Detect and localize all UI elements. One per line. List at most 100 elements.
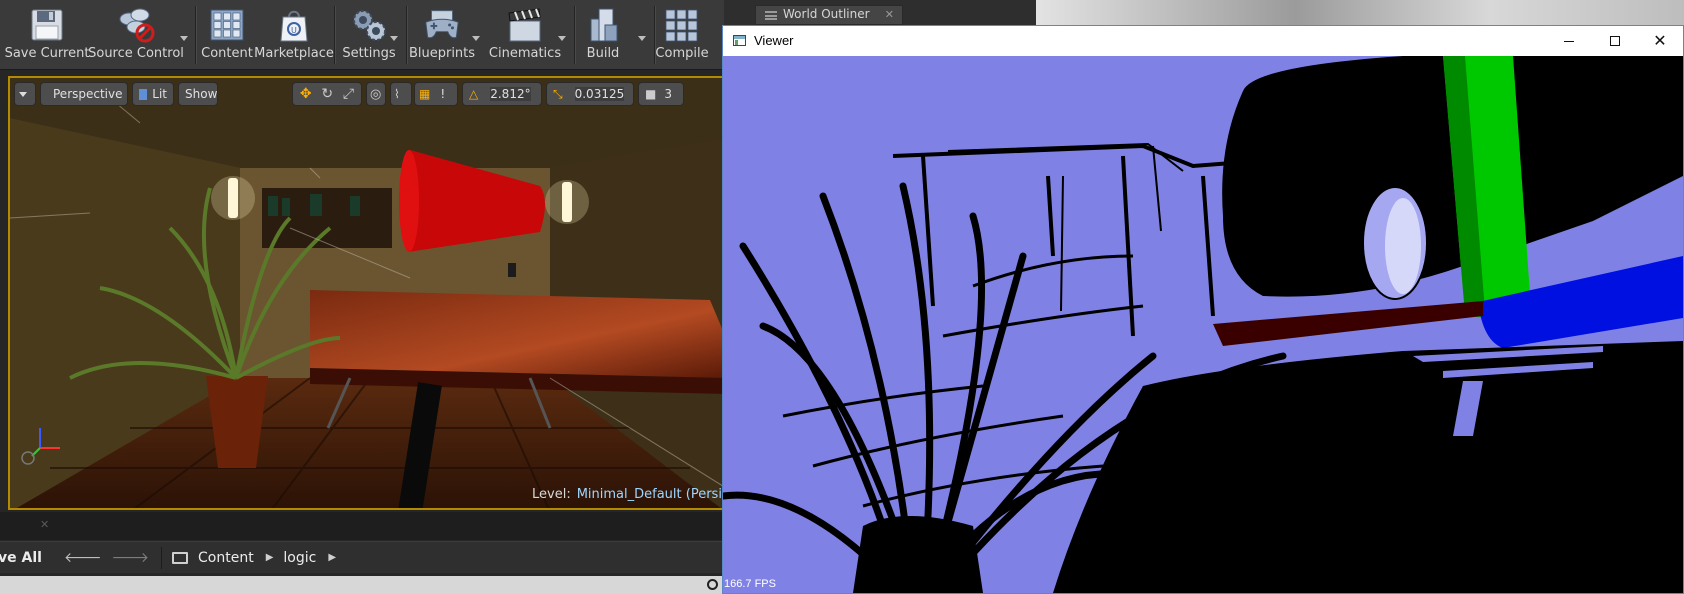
rotate-icon[interactable]: ↻ bbox=[321, 86, 333, 102]
chevron-down-icon bbox=[19, 91, 27, 97]
toolbar-divider bbox=[334, 6, 336, 64]
app-window-icon bbox=[733, 35, 746, 46]
world-local-toggle[interactable]: ◎ bbox=[366, 82, 386, 106]
blueprints-button[interactable]: Blueprints bbox=[408, 6, 476, 66]
floppy-disk-icon bbox=[27, 6, 67, 44]
svg-text:U: U bbox=[291, 26, 297, 35]
close-icon[interactable]: ✕ bbox=[40, 518, 49, 531]
level-label: Level: bbox=[532, 487, 571, 502]
perspective-icon bbox=[45, 89, 49, 99]
breadcrumb-content[interactable]: Content bbox=[198, 550, 254, 566]
world-outliner-tab[interactable]: World Outliner ✕ bbox=[755, 5, 903, 25]
content-browser-navbar: ve All 🡐 🡒 Content ▶ logic ▶ bbox=[0, 541, 724, 573]
build-blocks-icon bbox=[583, 6, 623, 44]
source-control-icon bbox=[116, 6, 156, 44]
lit-cube-icon bbox=[139, 88, 148, 100]
close-button[interactable]: ✕ bbox=[1637, 26, 1683, 56]
cinematics-label: Cinematics bbox=[488, 46, 562, 61]
scale-snap-toggle[interactable]: ⤡ 0.03125 bbox=[546, 82, 634, 106]
settings-dropdown-icon[interactable] bbox=[390, 36, 398, 41]
close-icon: ✕ bbox=[1653, 31, 1667, 50]
scale-icon[interactable]: ⤢ bbox=[343, 86, 354, 102]
compile-button[interactable]: Compile bbox=[655, 6, 709, 66]
level-viewport[interactable]: Perspective Lit Show ✥ ↻ ⤢ ◎ ⌇ ▦ ! △ 2.8… bbox=[8, 76, 724, 510]
maximize-button[interactable] bbox=[1592, 26, 1638, 56]
source-control-dropdown-icon[interactable] bbox=[180, 36, 188, 41]
toolbar-divider bbox=[406, 6, 408, 64]
surface-snap-toggle[interactable]: ⌇ bbox=[390, 82, 412, 106]
clapperboard-icon bbox=[505, 6, 545, 44]
build-dropdown-icon[interactable] bbox=[638, 36, 646, 41]
breadcrumb-logic[interactable]: logic bbox=[283, 550, 316, 566]
compile-label: Compile bbox=[655, 46, 709, 61]
grid-snap-toggle[interactable]: ▦ ! bbox=[414, 82, 458, 106]
content-search-bar[interactable] bbox=[0, 576, 724, 594]
surface-snap-icon: ⌇ bbox=[394, 87, 400, 101]
gears-icon bbox=[349, 6, 389, 44]
camera-icon: ■ bbox=[645, 87, 657, 101]
content-browser-tabbar bbox=[0, 512, 724, 540]
globe-icon: ◎ bbox=[370, 86, 382, 102]
grid-snap-value-icon: ! bbox=[440, 87, 446, 101]
scale-snap-value[interactable]: 0.03125 bbox=[574, 87, 625, 101]
lit-label: Lit bbox=[152, 87, 167, 101]
search-icon bbox=[707, 579, 718, 590]
viewer-render-canvas[interactable] bbox=[723, 56, 1683, 593]
show-button[interactable]: Show bbox=[178, 82, 218, 106]
fps-counter: 166.7 FPS bbox=[724, 578, 776, 590]
forward-arrow-icon[interactable]: 🡒 bbox=[111, 549, 149, 566]
transform-tools: ✥ ↻ ⤢ bbox=[292, 82, 362, 106]
angle-icon: △ bbox=[469, 87, 479, 101]
source-control-button[interactable]: Source Control bbox=[88, 6, 184, 66]
navbar-divider bbox=[161, 546, 163, 569]
perspective-button[interactable]: Perspective bbox=[40, 82, 128, 106]
build-label: Build bbox=[586, 46, 620, 61]
world-outliner-label: World Outliner bbox=[783, 7, 870, 21]
viewer-titlebar[interactable]: Viewer ✕ bbox=[723, 26, 1683, 56]
camera-speed-button[interactable]: ■ 3 bbox=[638, 82, 684, 106]
perspective-label: Perspective bbox=[53, 87, 123, 101]
compile-cubes-icon bbox=[662, 6, 702, 44]
viewport-scene bbox=[10, 78, 722, 508]
viewer-title: Viewer bbox=[754, 33, 794, 48]
scale-snap-icon: ⤡ bbox=[553, 86, 563, 101]
rotation-snap-toggle[interactable]: △ 2.812° bbox=[462, 82, 542, 106]
outliner-list-icon bbox=[765, 11, 777, 20]
maximize-icon bbox=[1610, 36, 1620, 46]
minimize-icon bbox=[1564, 40, 1574, 42]
level-name: Minimal_Default (Persister bbox=[576, 487, 722, 502]
chevron-right-icon[interactable]: ▶ bbox=[266, 552, 274, 563]
blueprints-label: Blueprints bbox=[408, 46, 476, 61]
main-toolbar: Save Current Source Control Content U Ma… bbox=[0, 0, 724, 70]
viewport-options-button[interactable] bbox=[14, 82, 36, 106]
show-label: Show bbox=[185, 87, 218, 101]
cinematics-dropdown-icon[interactable] bbox=[558, 36, 566, 41]
grid-icon: ▦ bbox=[419, 87, 431, 101]
content-label: Content bbox=[201, 46, 253, 61]
save-all-button[interactable]: ve All bbox=[0, 550, 42, 566]
cinematics-button[interactable]: Cinematics bbox=[488, 6, 562, 66]
camera-speed-value: 3 bbox=[664, 87, 672, 101]
gamepad-icon bbox=[422, 6, 462, 44]
minimize-button[interactable] bbox=[1546, 26, 1592, 56]
toolbar-divider bbox=[574, 6, 576, 64]
close-icon[interactable]: ✕ bbox=[885, 8, 894, 21]
viewer-scene bbox=[723, 56, 1683, 593]
marketplace-bag-icon: U bbox=[274, 6, 314, 44]
build-button[interactable]: Build bbox=[582, 6, 624, 66]
lit-button[interactable]: Lit bbox=[132, 82, 174, 106]
content-grid-icon bbox=[207, 6, 247, 44]
rotation-snap-value[interactable]: 2.812° bbox=[490, 87, 531, 101]
settings-label: Settings bbox=[342, 46, 396, 61]
level-indicator: Level: Minimal_Default (Persister bbox=[532, 487, 722, 502]
chevron-right-icon[interactable]: ▶ bbox=[328, 552, 336, 563]
folder-icon bbox=[172, 551, 189, 564]
viewer-window: Viewer ✕ bbox=[722, 25, 1684, 594]
blueprints-dropdown-icon[interactable] bbox=[472, 36, 480, 41]
marketplace-button[interactable]: U Marketplace bbox=[254, 6, 334, 66]
back-arrow-icon[interactable]: 🡐 bbox=[64, 549, 102, 566]
translate-icon[interactable]: ✥ bbox=[300, 86, 312, 102]
content-button[interactable]: Content bbox=[201, 6, 253, 66]
unreal-editor-window: Save Current Source Control Content U Ma… bbox=[0, 0, 724, 594]
save-current-button[interactable]: Save Current bbox=[5, 6, 89, 66]
